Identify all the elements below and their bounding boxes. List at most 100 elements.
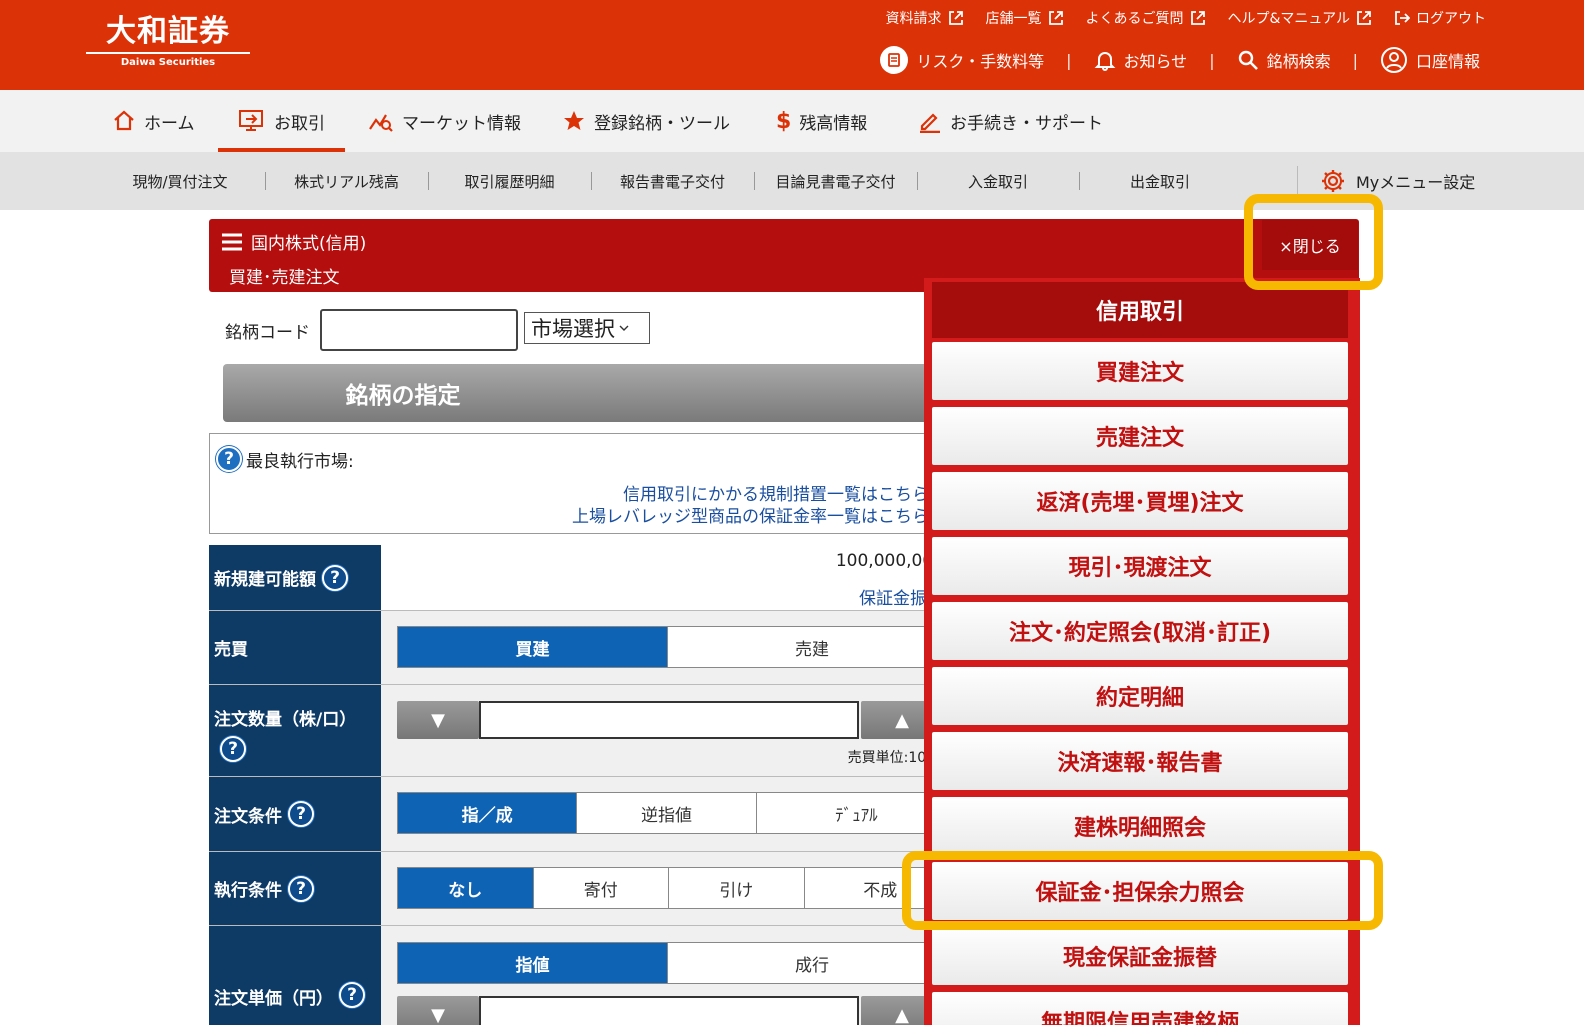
quantity-decrease-button[interactable]: ▼	[397, 701, 479, 739]
subnav-label: 報告書電子交付	[619, 172, 725, 191]
execution-none-option[interactable]: なし	[398, 868, 534, 908]
execution-open-option[interactable]: 寄付	[534, 868, 670, 908]
menu-item-delivery-order[interactable]: 現引･現渡注文	[932, 537, 1348, 595]
execution-condition-toggle: なし 寄付 引け 不成	[397, 867, 957, 909]
subnav-label: 現物/買付注文	[132, 172, 228, 191]
help-icon[interactable]: ?	[322, 564, 348, 591]
execution-close-option[interactable]: 引け	[669, 868, 805, 908]
row-value: ▼ ▲ 売買単位:1000	[381, 685, 944, 776]
quantity-input[interactable]	[479, 701, 859, 739]
subnav-label: 取引履歴明細	[464, 172, 555, 191]
user-icon	[1380, 47, 1407, 73]
subnav-label: 入金取引	[967, 172, 1028, 191]
order-condition-toggle: 指／成 逆指値 ﾃﾞｭｱﾙ	[397, 792, 957, 834]
condition-stop-option[interactable]: 逆指値	[577, 793, 757, 833]
link-symbol-search[interactable]: 銘柄検索	[1237, 48, 1331, 72]
row-label-text: 注文条件	[214, 806, 282, 827]
link-label: 店舗一覧	[985, 11, 1042, 27]
hamburger-icon[interactable]	[221, 233, 243, 251]
search-icon	[1238, 50, 1258, 70]
subnav-label: 出金取引	[1129, 172, 1190, 191]
row-value: 指／成 逆指値 ﾃﾞｭｱﾙ	[381, 777, 957, 851]
row-label-text: 売買	[214, 640, 248, 660]
condition-limit-market-option[interactable]: 指／成	[398, 793, 578, 833]
link-document-request[interactable]: 資料請求	[886, 8, 964, 28]
row-label: 注文単価（円） ?	[209, 926, 381, 1025]
subnav-cash-buy-order[interactable]: 現物/買付注文	[98, 152, 262, 210]
menu-item-buy-open-order[interactable]: 買建注文	[932, 342, 1348, 400]
specify-symbol-button[interactable]: 銘柄の指定	[223, 364, 943, 422]
link-label: ログアウト	[1416, 11, 1486, 27]
order-price-row: 注文単価（円） ? 指値 成行 ▼ ▲	[209, 926, 957, 1025]
margin-inquiry-highlight	[902, 851, 1383, 930]
link-account-info[interactable]: 口座情報	[1380, 46, 1480, 74]
page-title: 買建･売建注文	[229, 268, 340, 288]
link-logout[interactable]: ログアウト	[1394, 8, 1486, 28]
risk-fee-icon	[880, 46, 909, 74]
separator: |	[1352, 50, 1358, 70]
link-branch-list[interactable]: 店舗一覧	[986, 8, 1064, 28]
subnav-e-prospectus[interactable]: 目論見書電子交付	[754, 152, 917, 210]
menu-item-unlimited-short-symbols[interactable]: 無期限信用売建銘柄	[932, 992, 1348, 1025]
nav-trade[interactable]: お取引	[218, 90, 345, 152]
help-icon[interactable]: ?	[288, 801, 314, 827]
leverage-margin-link[interactable]: 上場レバレッジ型商品の保証金率一覧はこちら	[572, 502, 929, 527]
link-label: よくあるご質問	[1085, 11, 1184, 27]
menu-item-order-inquiry[interactable]: 注文･約定照会(取消･訂正)	[932, 602, 1348, 660]
logo-subtext: Daiwa Securities	[120, 57, 216, 68]
help-icon[interactable]: ?	[216, 446, 242, 472]
help-icon[interactable]: ?	[220, 736, 246, 762]
menu-item-settlement-report[interactable]: 決済速報･報告書	[932, 732, 1348, 790]
price-market-option[interactable]: 成行	[668, 943, 956, 983]
best-execution: ? 最良執行市場:	[216, 446, 354, 472]
nav-watchlist-tools[interactable]: 登録銘柄・ツール	[562, 90, 730, 152]
price-limit-option[interactable]: 指値	[398, 943, 669, 983]
nav-balance[interactable]: $ 残高情報	[776, 90, 867, 152]
available-amount-row: 新規建可能額 ? 100,000,000 保証金振替	[209, 545, 944, 611]
nav-market[interactable]: マーケット情報	[368, 90, 521, 152]
utility-main: リスク・手数料等 | お知らせ | 銘柄検索 | 口座情報	[880, 46, 1480, 74]
link-label: ヘルプ&マニュアル	[1227, 11, 1351, 27]
subnav-withdrawal[interactable]: 出金取引	[1079, 152, 1241, 210]
link-notices[interactable]: お知らせ	[1094, 48, 1187, 72]
gear-icon	[1322, 170, 1344, 192]
menu-heading: 信用取引	[932, 282, 1348, 338]
link-faq[interactable]: よくあるご質問	[1086, 8, 1206, 28]
subnav-deposit[interactable]: 入金取引	[917, 152, 1079, 210]
price-input[interactable]	[479, 996, 859, 1025]
external-link-icon	[1190, 11, 1205, 25]
price-decrease-button[interactable]: ▼	[397, 996, 479, 1025]
row-label: 新規建可能額 ?	[209, 545, 381, 610]
nav-label: ホーム	[144, 113, 195, 134]
nav-procedures-support[interactable]: お手続き・サポート	[918, 90, 1103, 152]
home-icon	[114, 110, 134, 131]
nav-home[interactable]: ホーム	[112, 90, 195, 152]
menu-item-execution-details[interactable]: 約定明細	[932, 667, 1348, 725]
menu-item-position-details[interactable]: 建株明細照会	[932, 797, 1348, 855]
menu-item-cash-margin-transfer[interactable]: 現金保証金振替	[932, 927, 1348, 985]
side-sell-option[interactable]: 売建	[668, 627, 956, 667]
row-label: 注文数量（株/口） ?	[209, 685, 381, 776]
link-risk-fees[interactable]: リスク・手数料等	[880, 46, 1044, 74]
row-label: 注文条件 ?	[209, 777, 381, 851]
menu-item-sell-open-order[interactable]: 売建注文	[932, 407, 1348, 465]
market-select[interactable]: 市場選択	[524, 312, 650, 344]
subnav-realtime-balance[interactable]: 株式リアル残高	[265, 152, 428, 210]
logout-icon	[1395, 11, 1410, 25]
side-toggle: 買建 売建	[397, 626, 957, 668]
symbol-code-label: 銘柄コード	[225, 323, 310, 343]
side-buy-option[interactable]: 買建	[398, 627, 669, 667]
menu-item-repayment-order[interactable]: 返済(売埋･買埋)注文	[932, 472, 1348, 530]
help-icon[interactable]: ?	[339, 982, 365, 1008]
link-help-manual[interactable]: ヘルプ&マニュアル	[1228, 8, 1373, 28]
price-type-toggle: 指値 成行	[397, 942, 957, 984]
row-value: 買建 売建	[381, 611, 957, 684]
symbol-code-input[interactable]	[320, 309, 518, 351]
subnav-e-reports[interactable]: 報告書電子交付	[591, 152, 754, 210]
subnav-trade-history[interactable]: 取引履歴明細	[428, 152, 591, 210]
help-icon[interactable]: ?	[288, 875, 314, 902]
link-label: 資料請求	[885, 11, 942, 27]
section-title-text: 国内株式(信用)	[251, 234, 367, 254]
daiwa-logo[interactable]: 大和証券 Daiwa Securities	[86, 14, 250, 69]
pen-icon	[920, 113, 940, 133]
